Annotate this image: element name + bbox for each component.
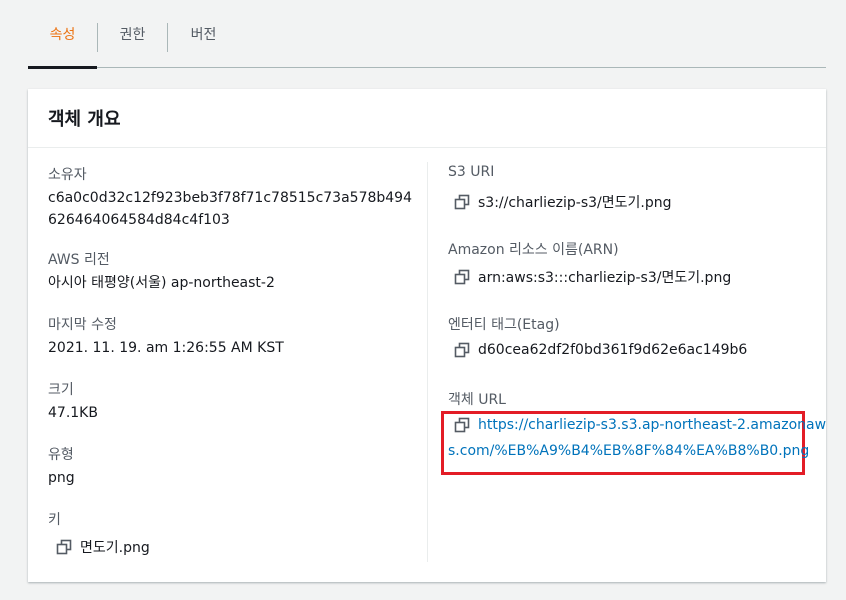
card-title: 객체 개요 — [48, 109, 121, 130]
tab-properties-label: 속성 — [49, 26, 76, 43]
size-value: 47.1KB — [48, 405, 98, 421]
tab-versions[interactable]: 버전 — [168, 0, 239, 67]
tab-permissions-label: 권한 — [119, 26, 146, 43]
tab-bar: 속성 권한 버전 — [28, 0, 826, 69]
copy-icon[interactable] — [56, 539, 72, 555]
copy-icon[interactable] — [454, 194, 470, 210]
s3-uri-label: S3 URI — [448, 164, 495, 180]
type-value: png — [48, 470, 75, 486]
copy-icon[interactable] — [454, 417, 470, 433]
object-url-label: 객체 URL — [448, 392, 506, 408]
arn-value: arn:aws:s3:::charliezip-s3/면도기.png — [478, 270, 732, 286]
arn-label: Amazon 리소스 이름(ARN) — [448, 242, 619, 258]
s3-uri-row: s3://charliezip-s3/면도기.png — [454, 192, 671, 212]
owner-label: 소유자 — [48, 167, 87, 183]
region-value: 아시아 태평양(서울) ap-northeast-2 — [48, 275, 275, 291]
tab-properties[interactable]: 속성 — [28, 0, 97, 69]
key-row: 면도기.png — [56, 537, 150, 557]
tab-versions-label: 버전 — [190, 26, 217, 43]
object-overview-card: 객체 개요 소유자 c6a0c0d32c12f923beb3f78f71c785… — [28, 89, 826, 582]
s3-uri-value: s3://charliezip-s3/면도기.png — [478, 195, 672, 211]
last-modified-value: 2021. 11. 19. am 1:26:55 AM KST — [48, 340, 284, 356]
etag-value: d60cea62df2f0bd361f9d62e6ac149b6 — [478, 342, 748, 358]
etag-row: d60cea62df2f0bd361f9d62e6ac149b6 — [454, 342, 747, 358]
object-url-row: https://charliezip-s3.s3.ap-northeast-2.… — [454, 417, 826, 433]
copy-icon[interactable] — [454, 269, 470, 285]
type-label: 유형 — [48, 447, 74, 463]
owner-value: c6a0c0d32c12f923beb3f78f71c78515c73a578b… — [48, 190, 412, 228]
card-header: 객체 개요 — [28, 89, 826, 148]
object-url-link-line1[interactable]: https://charliezip-s3.s3.ap-northeast-2.… — [478, 417, 826, 433]
copy-icon[interactable] — [454, 342, 470, 358]
size-label: 크기 — [48, 382, 74, 398]
etag-label: 엔터티 태그(Etag) — [448, 317, 560, 333]
column-divider — [427, 162, 428, 562]
key-label: 키 — [48, 512, 61, 528]
last-modified-label: 마지막 수정 — [48, 317, 117, 333]
arn-row: arn:aws:s3:::charliezip-s3/면도기.png — [454, 267, 731, 287]
object-url-link-line2[interactable]: s.com/%EB%A9%B4%EB%8F%84%EA%B8%B0.png — [448, 443, 809, 459]
key-value: 면도기.png — [80, 540, 150, 556]
tab-permissions[interactable]: 권한 — [98, 0, 167, 67]
region-label: AWS 리전 — [48, 252, 110, 268]
